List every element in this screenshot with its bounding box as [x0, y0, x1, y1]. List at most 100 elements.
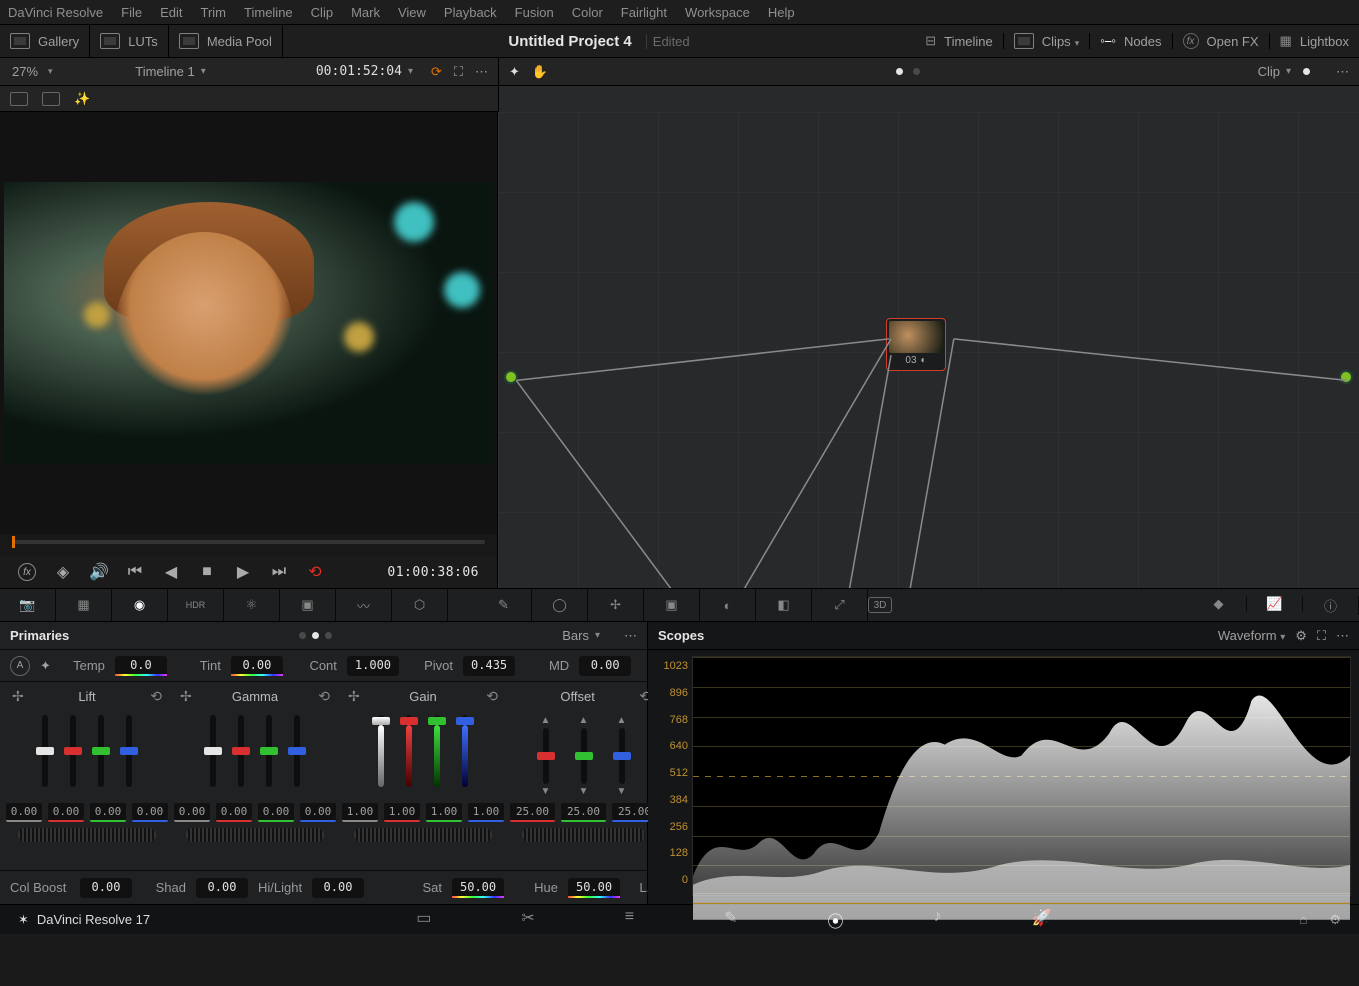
- prim-page-1[interactable]: [299, 632, 306, 639]
- palette-camera-raw-icon[interactable]: 📷: [0, 589, 56, 621]
- render-cache-icon[interactable]: ⟳: [431, 64, 442, 80]
- open-fx-button[interactable]: fxOpen FX: [1173, 33, 1270, 49]
- page-edit[interactable]: ≡: [625, 908, 634, 932]
- offset-jog[interactable]: [522, 828, 645, 842]
- gain-jog[interactable]: [354, 828, 492, 842]
- palette-qualifier-icon[interactable]: ✎: [476, 589, 532, 621]
- primaries-more-icon[interactable]: ⋯: [624, 628, 637, 644]
- contrast-field[interactable]: 1.000: [347, 656, 399, 676]
- node-graph-more-icon[interactable]: ⋯: [1336, 64, 1349, 80]
- step-back-icon[interactable]: ◀: [162, 565, 180, 579]
- palette-color-match-icon[interactable]: ▦: [56, 589, 112, 621]
- page-cut[interactable]: ✂: [521, 908, 534, 932]
- primaries-mode-dropdown[interactable]: Bars▾: [562, 628, 600, 643]
- menu-fairlight[interactable]: Fairlight: [621, 5, 667, 20]
- menu-view[interactable]: View: [398, 5, 426, 20]
- scopes-more-icon[interactable]: ⋯: [1336, 628, 1349, 644]
- node-page-1[interactable]: [896, 68, 903, 75]
- gain-expand-icon[interactable]: ✢: [348, 688, 360, 705]
- loop-icon[interactable]: ⟲: [306, 565, 324, 579]
- timeline-name-dropdown[interactable]: Timeline 1▾: [70, 64, 271, 79]
- next-clip-icon[interactable]: ⏭: [270, 565, 288, 579]
- gamma-red-field[interactable]: 0.00: [216, 803, 252, 822]
- menu-help[interactable]: Help: [768, 5, 795, 20]
- gamma-green-slider[interactable]: [266, 715, 272, 787]
- nodes-button[interactable]: ◦⎯◦Nodes: [1090, 33, 1172, 49]
- gain-lum-slider[interactable]: [378, 715, 384, 787]
- menu-fusion[interactable]: Fusion: [515, 5, 554, 20]
- gamma-blue-slider[interactable]: [294, 715, 300, 787]
- more-icon[interactable]: ⋯: [475, 64, 488, 80]
- gain-red-slider[interactable]: [406, 715, 412, 787]
- menu-edit[interactable]: Edit: [160, 5, 182, 20]
- gain-blue-field[interactable]: 1.00: [468, 803, 504, 822]
- highlights-field[interactable]: 0.00: [312, 878, 364, 898]
- palette-hdr-icon[interactable]: HDR: [168, 589, 224, 621]
- gamma-lum-field[interactable]: 0.00: [174, 803, 210, 822]
- stills-icon[interactable]: [10, 92, 28, 106]
- pivot-field[interactable]: 0.435: [463, 656, 515, 676]
- lift-green-slider[interactable]: [98, 715, 104, 787]
- hand-icon[interactable]: ✋: [532, 64, 548, 80]
- offset-green-field[interactable]: 25.00: [561, 803, 606, 822]
- lift-red-field[interactable]: 0.00: [48, 803, 84, 822]
- menu-trim[interactable]: Trim: [201, 5, 227, 20]
- col-boost-field[interactable]: 0.00: [80, 878, 132, 898]
- bypass-fx-icon[interactable]: fx: [18, 563, 36, 581]
- offset-blue-slider[interactable]: [619, 728, 625, 784]
- prim-page-3[interactable]: [325, 632, 332, 639]
- palette-curves-icon[interactable]: 〰: [336, 589, 392, 621]
- zoom-dropdown[interactable]: 27%: [0, 64, 70, 79]
- menu-timeline[interactable]: Timeline: [244, 5, 293, 20]
- viewer-scrubber[interactable]: [0, 534, 497, 556]
- play-icon[interactable]: ▶: [234, 565, 252, 579]
- node-output[interactable]: [1339, 370, 1353, 384]
- menu-app[interactable]: DaVinci Resolve: [8, 5, 103, 20]
- expand-icon[interactable]: ⛶: [454, 64, 463, 80]
- scopes-mode-dropdown[interactable]: Waveform ▾: [1218, 628, 1285, 643]
- gamma-reset-icon[interactable]: ⟲: [318, 688, 330, 705]
- palette-key-icon[interactable]: ◧: [756, 589, 812, 621]
- gain-blue-slider[interactable]: [462, 715, 468, 787]
- menu-clip[interactable]: Clip: [311, 5, 333, 20]
- palette-info-icon[interactable]: ⓘ: [1303, 596, 1359, 615]
- offset-red-slider[interactable]: [543, 728, 549, 784]
- prim-page-2[interactable]: [312, 632, 319, 639]
- media-pool-button[interactable]: Media Pool: [169, 25, 283, 57]
- gain-green-slider[interactable]: [434, 715, 440, 787]
- gamma-jog[interactable]: [186, 828, 324, 842]
- lift-jog[interactable]: [18, 828, 156, 842]
- node-card[interactable]: 03◐: [886, 318, 946, 371]
- gain-reset-icon[interactable]: ⟲: [486, 688, 498, 705]
- lift-green-field[interactable]: 0.00: [90, 803, 126, 822]
- gain-red-field[interactable]: 1.00: [384, 803, 420, 822]
- saturation-field[interactable]: 50.00: [452, 878, 504, 898]
- waveform-scope[interactable]: [692, 656, 1351, 896]
- palette-warper-icon[interactable]: ⬡: [392, 589, 448, 621]
- offset-green-slider[interactable]: [581, 728, 587, 784]
- menu-mark[interactable]: Mark: [351, 5, 380, 20]
- node-graph[interactable]: 03◐: [498, 112, 1359, 588]
- gain-lum-field[interactable]: 1.00: [342, 803, 378, 822]
- timeline-button[interactable]: ⊟Timeline: [915, 33, 1004, 49]
- palette-scopes-icon[interactable]: 📈: [1247, 596, 1303, 612]
- gamma-expand-icon[interactable]: ✢: [180, 688, 192, 705]
- palette-magic-mask-icon[interactable]: ▣: [644, 589, 700, 621]
- md-field[interactable]: 0.00: [579, 656, 631, 676]
- node-source[interactable]: [504, 370, 518, 384]
- palette-rgb-mixer-icon[interactable]: ⚛: [224, 589, 280, 621]
- palette-sizing-icon[interactable]: ⤢: [812, 589, 868, 621]
- lift-reset-icon[interactable]: ⟲: [150, 688, 162, 705]
- page-media[interactable]: ▭: [416, 908, 431, 932]
- lift-blue-slider[interactable]: [126, 715, 132, 787]
- clip-dropdown[interactable]: Clip▾: [1258, 64, 1326, 79]
- gamma-blue-field[interactable]: 0.00: [300, 803, 336, 822]
- gamma-red-slider[interactable]: [238, 715, 244, 787]
- menu-color[interactable]: Color: [572, 5, 603, 20]
- lift-blue-field[interactable]: 0.00: [132, 803, 168, 822]
- lift-lum-slider[interactable]: [42, 715, 48, 787]
- palette-keyframes-icon[interactable]: ◆: [1191, 596, 1247, 612]
- node-page-2[interactable]: [913, 68, 920, 75]
- shadows-field[interactable]: 0.00: [196, 878, 248, 898]
- tint-field[interactable]: 0.00: [231, 656, 283, 676]
